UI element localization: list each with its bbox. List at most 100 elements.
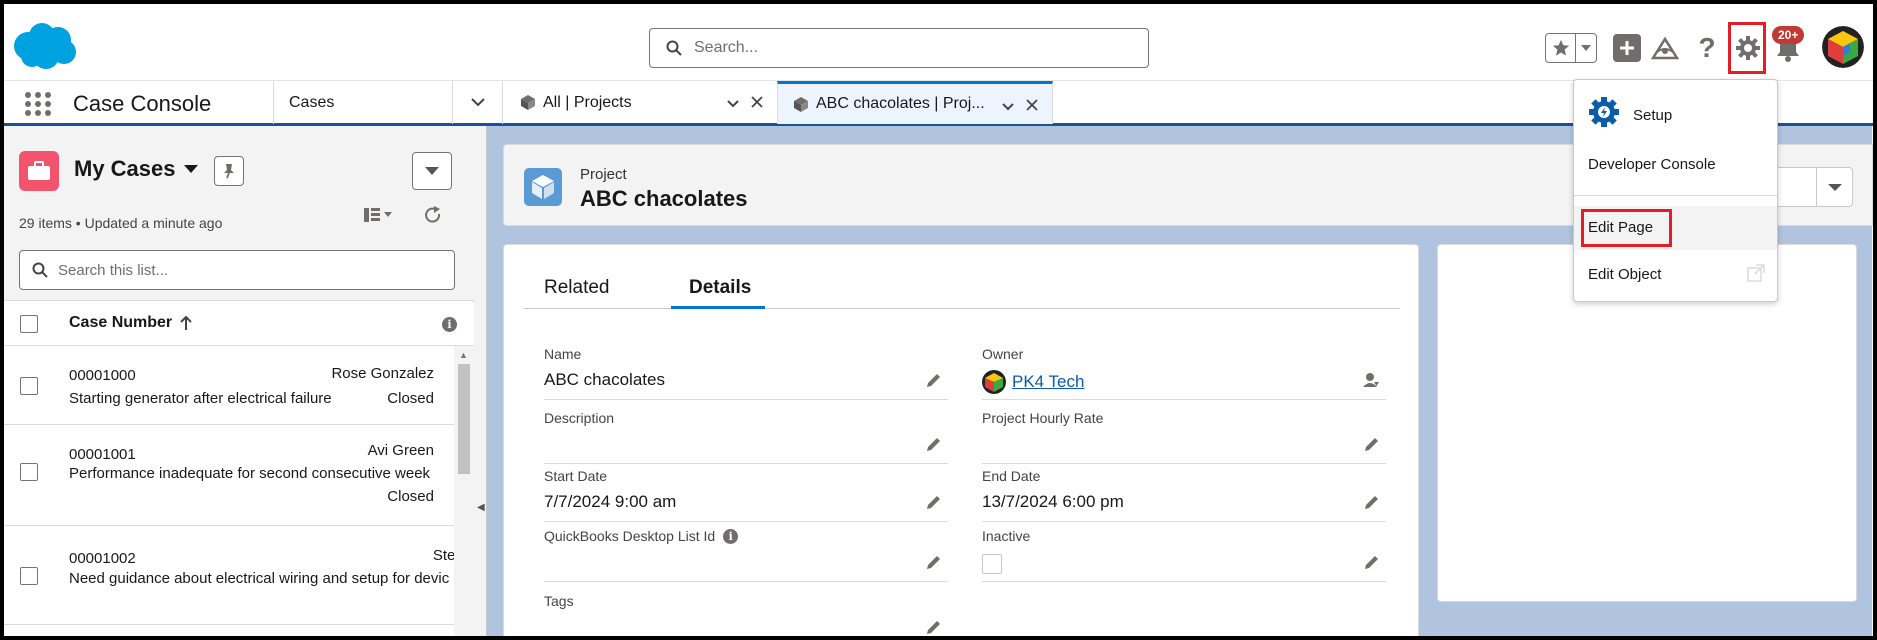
field-label: Tags	[544, 593, 574, 609]
case-number[interactable]: 00001002	[69, 550, 136, 567]
app-name: Case Console	[73, 91, 212, 116]
field-label: Description	[544, 410, 615, 426]
external-link-icon	[1747, 264, 1765, 282]
list-view-title: My Cases	[74, 156, 176, 181]
split-view-toggle[interactable]: ◀	[474, 126, 487, 636]
info-icon[interactable]: i	[442, 317, 457, 332]
list-item[interactable]: 00001002 Stell Need guidance about elect…	[4, 527, 454, 625]
case-owner: Avi Green	[367, 442, 434, 459]
case-owner: Stell	[432, 547, 454, 564]
menu-item-label: Setup	[1633, 107, 1673, 124]
chevron-down-icon[interactable]	[1576, 44, 1596, 52]
tab-details[interactable]: Details	[689, 277, 751, 299]
row-checkbox[interactable]	[20, 567, 38, 585]
list-view-selector[interactable]: My Cases	[74, 156, 198, 182]
list-item[interactable]: 00001000 Rose Gonzalez Starting generato…	[4, 347, 454, 425]
global-search[interactable]	[649, 28, 1149, 68]
inactive-checkbox	[982, 554, 1002, 574]
search-icon	[666, 40, 682, 56]
app-launcher-icon[interactable]	[24, 91, 52, 117]
sort-case-number[interactable]: Case Number	[69, 314, 192, 332]
active-tab-indicator	[671, 306, 765, 309]
owner-link[interactable]: PK4 Tech	[1012, 372, 1084, 392]
case-briefcase-icon	[19, 151, 59, 191]
pencil-icon[interactable]	[1364, 436, 1380, 456]
split-view-list-panel: My Cases 29 items • Updated a minute ago…	[4, 126, 474, 636]
field-value: ABC chacolates	[544, 370, 665, 389]
cube-icon	[521, 95, 535, 110]
pencil-icon[interactable]	[926, 494, 942, 514]
row-checkbox[interactable]	[20, 377, 38, 395]
field-start-date: Start Date 7/7/2024 9:00 am	[544, 464, 948, 522]
field-label-text: QuickBooks Desktop List Id	[544, 528, 716, 544]
list-scrollbar[interactable]: ▲	[454, 346, 474, 636]
change-owner-icon[interactable]	[1362, 372, 1380, 392]
pin-icon	[224, 164, 234, 179]
menu-item-label: Edit Object	[1588, 266, 1662, 283]
collapse-left-icon[interactable]: ◀	[477, 502, 485, 513]
display-as-toggle[interactable]	[364, 208, 392, 222]
menu-item-edit-object[interactable]: Edit Object	[1574, 256, 1777, 296]
setup-gear-button[interactable]	[1728, 22, 1766, 74]
chevron-down-icon[interactable]	[1002, 98, 1014, 116]
nav-menu-chevron-icon[interactable]	[452, 81, 502, 124]
caret-down-icon	[384, 212, 392, 217]
favorites-button-group[interactable]	[1545, 33, 1597, 63]
field-label: Name	[544, 346, 582, 362]
field-owner: Owner PK4 Tech	[982, 342, 1386, 400]
help-icon[interactable]: ?	[1695, 32, 1719, 64]
setup-menu: Setup Developer Console Edit Page Edit O…	[1573, 79, 1778, 302]
trailhead-icon[interactable]	[1650, 34, 1680, 62]
scrollbar-thumb[interactable]	[458, 364, 470, 474]
field-label: Owner	[982, 346, 1024, 362]
global-actions-plus-icon[interactable]	[1613, 34, 1641, 62]
pencil-icon[interactable]	[1364, 554, 1380, 574]
close-icon[interactable]	[751, 95, 763, 113]
column-header-label: Case Number	[69, 314, 173, 331]
row-checkbox[interactable]	[20, 463, 38, 481]
menu-item-edit-page[interactable]: Edit Page	[1574, 206, 1777, 250]
menu-item-developer-console[interactable]: Developer Console	[1574, 150, 1777, 184]
caret-down-icon	[425, 167, 439, 175]
field-label: Project Hourly Rate	[982, 410, 1104, 426]
case-status: Closed	[387, 488, 434, 505]
pencil-icon[interactable]	[1364, 494, 1380, 514]
pencil-icon[interactable]	[926, 372, 942, 392]
chevron-down-icon[interactable]	[727, 95, 739, 113]
pencil-icon[interactable]	[926, 554, 942, 574]
pencil-icon[interactable]	[926, 619, 942, 639]
global-search-input[interactable]	[694, 39, 1114, 57]
nav-item-cases[interactable]: Cases	[273, 81, 453, 124]
user-avatar[interactable]	[1822, 26, 1864, 68]
case-status: Closed	[387, 390, 434, 407]
arrow-up-icon	[180, 316, 192, 330]
refresh-icon[interactable]	[424, 206, 442, 228]
star-icon[interactable]	[1546, 34, 1576, 62]
case-subject: Performance inadequate for second consec…	[69, 465, 431, 482]
list-search-box[interactable]	[19, 250, 455, 290]
tab-all-projects[interactable]: All | Projects	[502, 81, 777, 124]
cube-icon	[794, 96, 808, 112]
salesforce-logo[interactable]	[8, 20, 80, 72]
record-object-label: Project	[580, 166, 627, 183]
field-project-hourly-rate: Project Hourly Rate	[982, 406, 1386, 464]
list-item[interactable]: 00001001 Avi Green Performance inadequat…	[4, 426, 454, 526]
case-number[interactable]: 00001001	[69, 446, 136, 463]
list-view-controls-button[interactable]	[412, 152, 452, 190]
menu-item-setup[interactable]: Setup	[1574, 96, 1777, 140]
pin-list-view-button[interactable]	[214, 156, 244, 186]
info-icon[interactable]: i	[723, 528, 739, 544]
list-search-input[interactable]	[58, 261, 438, 279]
tab-abc-chacolates[interactable]: ABC chacolates | Proj...	[777, 81, 1053, 124]
tab-label: ABC chacolates | Proj...	[816, 95, 985, 112]
close-icon[interactable]	[1026, 98, 1038, 116]
caret-down-icon	[183, 165, 198, 173]
field-quickbooks-list-id: QuickBooks Desktop List Id i	[544, 524, 948, 582]
scroll-up-icon[interactable]: ▲	[459, 350, 468, 360]
case-number[interactable]: 00001000	[69, 367, 136, 384]
setup-gear-icon	[1589, 97, 1619, 127]
chevron-down-icon[interactable]	[1816, 168, 1853, 206]
tab-related[interactable]: Related	[544, 277, 610, 299]
select-all-checkbox[interactable]	[20, 315, 38, 333]
pencil-icon[interactable]	[926, 436, 942, 456]
